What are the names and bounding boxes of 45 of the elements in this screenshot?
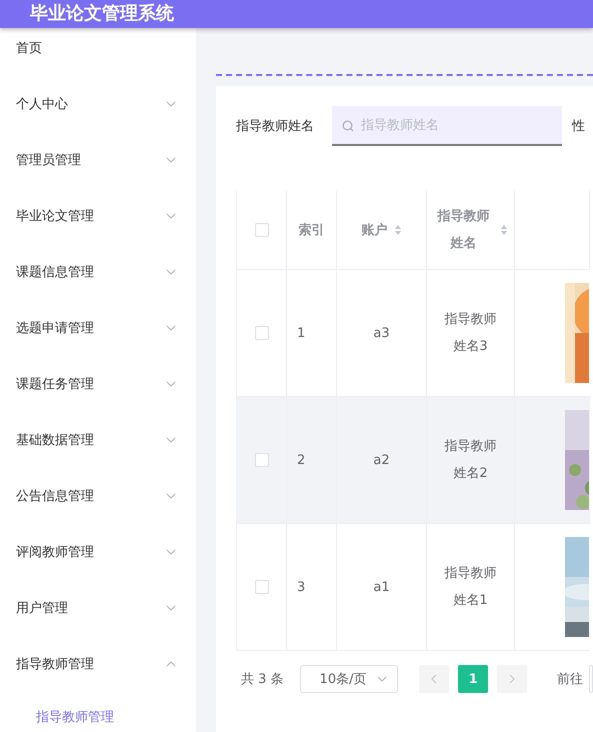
- menu-item[interactable]: 课题信息管理: [0, 244, 196, 300]
- submenu-item[interactable]: 指导教师管理: [0, 692, 196, 732]
- previous-page-button[interactable]: [419, 665, 450, 693]
- search-icon: [342, 120, 354, 132]
- table-cell: 2: [297, 452, 306, 468]
- table-cell-text: 指导教师姓名3: [444, 311, 498, 356]
- table-cell: a2: [373, 452, 390, 468]
- checkbox[interactable]: [254, 580, 268, 594]
- next-page-button[interactable]: [497, 665, 527, 693]
- checkbox[interactable]: [254, 326, 268, 340]
- menu-item[interactable]: 管理员管理: [0, 132, 196, 188]
- menu-item[interactable]: 个人中心: [0, 76, 196, 132]
- menu-item[interactable]: 评阅教师管理: [0, 524, 196, 580]
- page-input[interactable]: [588, 665, 593, 693]
- chevron-icon: [377, 676, 388, 682]
- sort-icon[interactable]: [394, 224, 402, 236]
- chevron-left-icon: [431, 674, 438, 684]
- field-label: 指导教师姓名: [236, 118, 315, 135]
- column-header: 索引: [298, 222, 324, 240]
- column-header: 指导教师姓名: [436, 208, 490, 253]
- menu-item[interactable]: 首页: [0, 28, 196, 76]
- menu-item[interactable]: 选题申请管理: [0, 300, 196, 356]
- table-cell-text: 指导教师姓名1: [444, 565, 498, 610]
- table-cell-text: 指导教师姓名2: [444, 438, 498, 483]
- table-cell: a3: [373, 326, 390, 340]
- checkbox[interactable]: [254, 453, 268, 467]
- table-cell: a1: [373, 580, 390, 594]
- page-size-select[interactable]: 10条/页: [300, 665, 398, 693]
- table-cell: 3: [297, 580, 306, 594]
- menu-item[interactable]: 毕业论文管理: [0, 188, 196, 244]
- menu-item[interactable]: 课题任务管理: [0, 356, 196, 412]
- total-count: 共 3 条: [241, 671, 284, 688]
- column-header: 账户: [362, 222, 388, 240]
- table-cell: 1: [297, 326, 306, 340]
- chevron-right-icon: [509, 674, 516, 684]
- app-title: 毕业论文管理系统: [30, 2, 175, 26]
- menu-item[interactable]: 用户管理: [0, 580, 196, 636]
- menu-item[interactable]: 基础数据管理: [0, 412, 196, 468]
- menu-item[interactable]: 指导教师管理: [0, 636, 196, 692]
- menu-item[interactable]: 公告信息管理: [0, 468, 196, 524]
- sort-icon[interactable]: [500, 224, 508, 236]
- goto-label: 前往: [556, 671, 583, 688]
- checkbox[interactable]: [254, 223, 268, 237]
- field-label: 性: [572, 118, 585, 135]
- search-field[interactable]: 指导教师姓名: [332, 106, 562, 146]
